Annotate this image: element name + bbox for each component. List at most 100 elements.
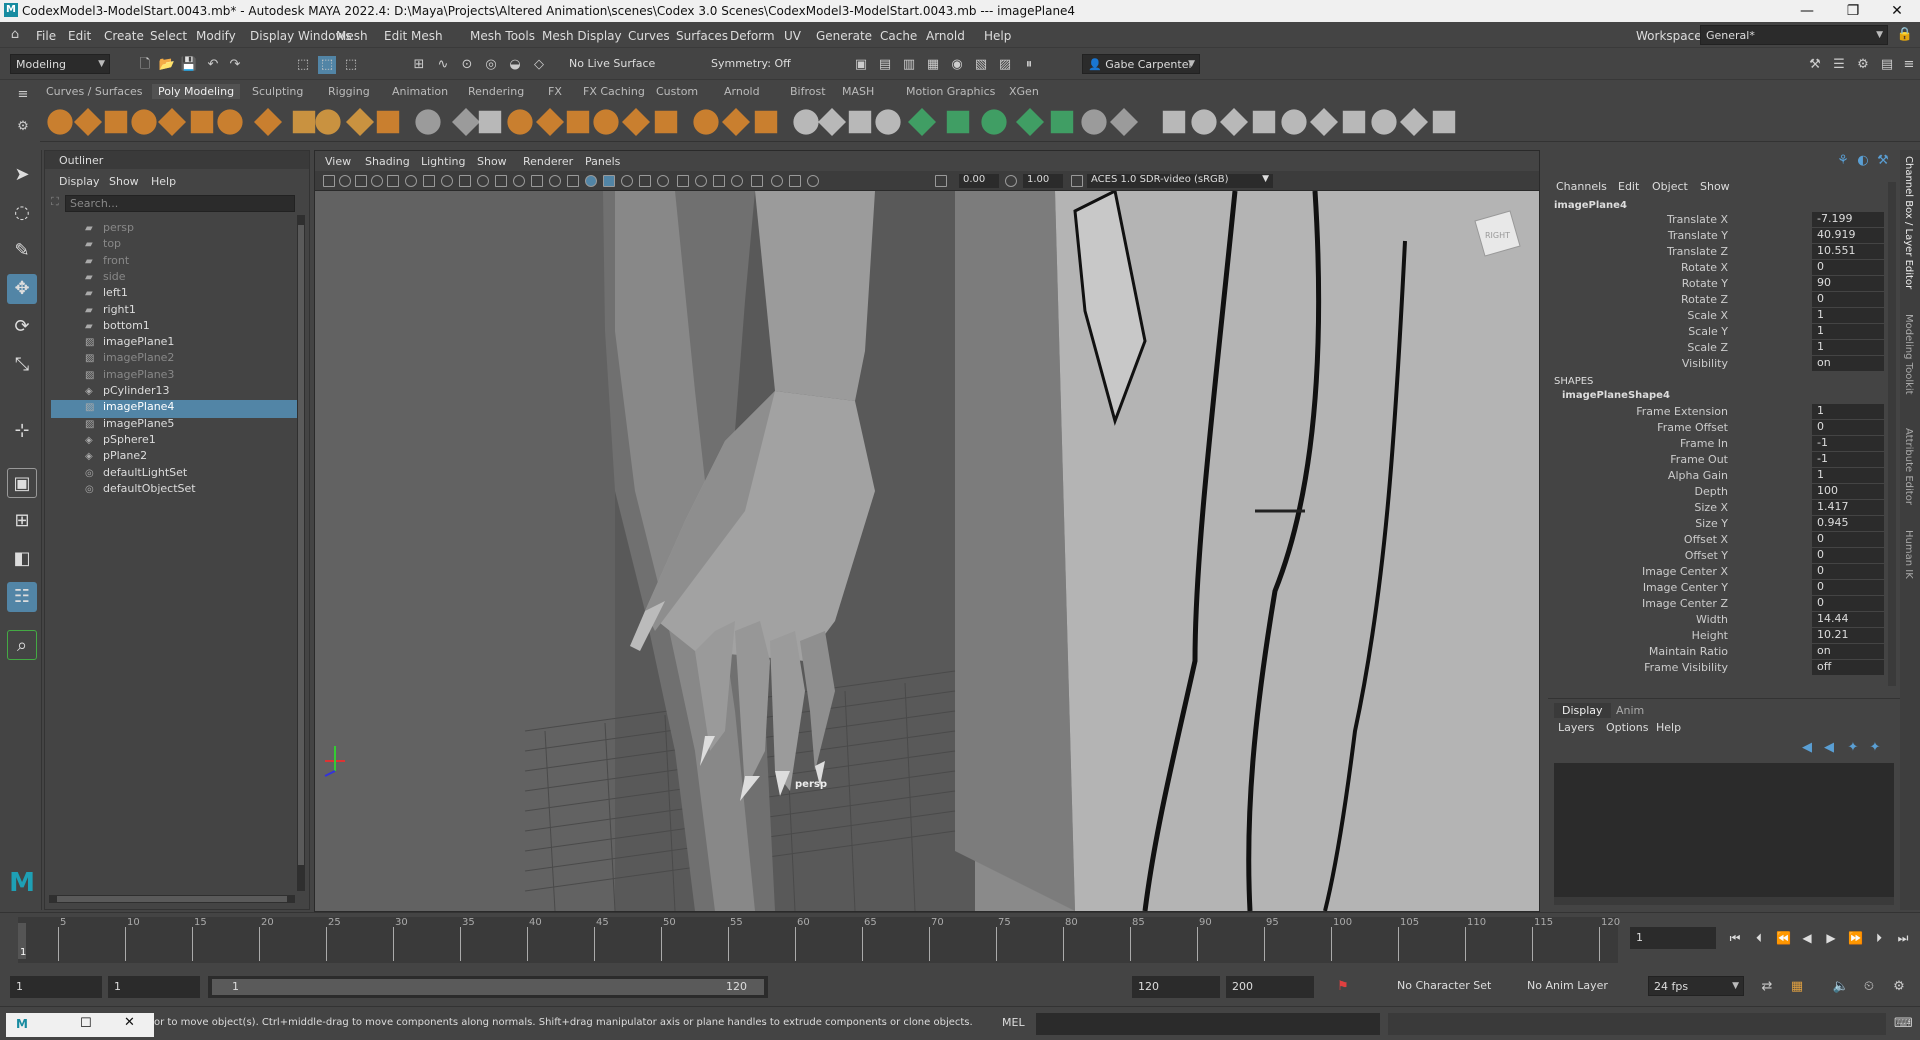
exposure-field[interactable]: 0.00 (959, 174, 999, 188)
layer-menu-options[interactable]: Options (1606, 721, 1648, 734)
render-sequence-icon[interactable]: ▤ (876, 56, 894, 74)
wireframe-icon[interactable] (567, 175, 579, 187)
dock-tab-human-ik[interactable]: Human IK (1903, 530, 1914, 579)
channel-row-width[interactable]: Width 14.44 (1548, 612, 1888, 628)
channel-row-rotate-y[interactable]: Rotate Y 90 (1548, 276, 1888, 292)
viewport-menu-view[interactable]: View (325, 155, 351, 168)
minimize-button[interactable]: — (1784, 0, 1830, 22)
channel-row-frame-offset[interactable]: Frame Offset 0 (1548, 420, 1888, 436)
outliner-menu-help[interactable]: Help (151, 175, 176, 188)
persp-outliner-layout-icon[interactable]: ◧ (7, 544, 37, 574)
channel-row-image-center-z[interactable]: Image Center Z 0 (1548, 596, 1888, 612)
step-forward-frame-icon[interactable]: ⏵ (1872, 931, 1886, 945)
channel-row-rotate-z[interactable]: Rotate Z 0 (1548, 292, 1888, 308)
connect-icon[interactable] (908, 108, 936, 136)
paint-select-tool-icon[interactable]: ✎ (7, 236, 37, 266)
shelf-tab-arnold[interactable]: Arnold (718, 84, 766, 99)
channel-value-field[interactable]: 0 (1812, 292, 1884, 307)
step-back-frame-icon[interactable]: ⏴ (1752, 931, 1766, 945)
user-account-dropdown[interactable]: 👤 Gabe Carpenter ▼ (1082, 54, 1200, 74)
channel-value-field[interactable]: 40.919 (1812, 228, 1884, 243)
viewport-menu-shading[interactable]: Shading (365, 155, 410, 168)
channel-value-field[interactable]: 0 (1812, 596, 1884, 611)
home-icon[interactable]: ⌂ (6, 26, 24, 44)
bookmarks-icon[interactable] (371, 175, 383, 187)
modeling-toolkit-toggle-icon[interactable]: ⚒ (1806, 56, 1824, 74)
channel-value-field[interactable]: 1 (1812, 340, 1884, 355)
lock-icon[interactable]: 🔒 (1896, 26, 1914, 44)
poly-torus-icon[interactable] (158, 108, 186, 136)
new-scene-icon[interactable]: 🗋 (136, 56, 154, 74)
poly-plane-icon[interactable] (190, 110, 214, 134)
safe-title-icon[interactable] (549, 175, 561, 187)
dock-tab-modeling-toolkit[interactable]: Modeling Toolkit (1903, 314, 1914, 395)
shelf-tab-poly-modeling[interactable]: Poly Modeling (152, 84, 241, 99)
svg-tool-icon[interactable] (376, 110, 400, 134)
harden-edge-icon[interactable] (1162, 110, 1186, 134)
channel-row-offset-y[interactable]: Offset Y 0 (1548, 548, 1888, 564)
channel-value-field[interactable]: 0.945 (1812, 516, 1884, 531)
close-button[interactable]: ✕ (1874, 0, 1920, 22)
layer-menu-layers[interactable]: Layers (1558, 721, 1594, 734)
channel-value-field[interactable]: 0 (1812, 548, 1884, 563)
mirror-icon[interactable] (622, 108, 650, 136)
menu-mesh-display[interactable]: Mesh Display (542, 29, 622, 43)
smooth-shade-all-icon[interactable] (585, 175, 597, 187)
field-chart-icon[interactable] (513, 175, 525, 187)
channel-row-frame-visibility[interactable]: Frame Visibility off (1548, 660, 1888, 676)
layout-uvs-icon[interactable] (1220, 108, 1248, 136)
menu-curves[interactable]: Curves (628, 29, 670, 43)
layer-h-scrollbar[interactable] (1554, 897, 1894, 905)
color-management-icon[interactable] (1071, 175, 1083, 187)
render-setup-icon[interactable]: ▨ (996, 56, 1014, 74)
shelf-tab-fx[interactable]: FX (542, 84, 568, 99)
menu-deform[interactable]: Deform (730, 29, 775, 43)
append-polygon-icon[interactable] (754, 110, 778, 134)
snap-plane-icon[interactable]: ◇ (530, 56, 548, 74)
quad-draw-icon[interactable] (946, 110, 970, 134)
snap-surface-icon[interactable]: ◒ (506, 56, 524, 74)
detach-icon[interactable] (1081, 109, 1107, 135)
dock-tab-attribute-editor[interactable]: Attribute Editor (1903, 428, 1914, 505)
gamma-field[interactable]: 1.00 (1023, 174, 1063, 188)
live-surface-field[interactable]: No Live Surface (564, 54, 664, 74)
layer-menu-help[interactable]: Help (1656, 721, 1681, 734)
channel-value-field[interactable]: on (1812, 356, 1884, 371)
bridge-icon[interactable] (507, 109, 533, 135)
layer-tab-display[interactable]: Display (1554, 703, 1611, 718)
film-gate-icon[interactable] (459, 175, 471, 187)
snap-curve-icon[interactable]: ∿ (434, 56, 452, 74)
play-forwards-icon[interactable]: ▶ (1824, 931, 1838, 945)
menu-modify[interactable]: Modify (196, 29, 236, 43)
play-backwards-icon[interactable]: ◀ (1800, 931, 1814, 945)
center-pivot-icon[interactable] (1432, 110, 1456, 134)
undo-icon[interactable]: ↶ (204, 56, 222, 74)
playback-speed-icon[interactable]: ⏲ (1860, 978, 1878, 996)
attribute-editor-toggle-icon[interactable]: ☰ (1830, 56, 1848, 74)
select-tool-icon[interactable]: ➤ (7, 160, 37, 190)
shelf-tab-bifrost[interactable]: Bifrost (784, 84, 832, 99)
uv-unfold-icon[interactable] (1191, 109, 1217, 135)
move-layer-down-icon[interactable]: ◀ (1820, 739, 1838, 757)
poly-disc-icon[interactable] (217, 109, 243, 135)
freeze-transform-icon[interactable] (1400, 108, 1428, 136)
screen-space-ao-icon[interactable] (677, 175, 689, 187)
menu-generate[interactable]: Generate (816, 29, 872, 43)
channelbox-menu-object[interactable]: Object (1652, 180, 1688, 193)
shelf-tab-custom[interactable]: Custom (650, 84, 704, 99)
outliner-toggle-icon[interactable]: ≡ (1900, 56, 1918, 74)
symmetry-dropdown[interactable]: Symmetry: Off (706, 54, 806, 74)
insert-edge-loop-icon[interactable] (818, 108, 846, 136)
channel-value-field[interactable]: -1 (1812, 452, 1884, 467)
shelf-tab-rigging[interactable]: Rigging (322, 84, 376, 99)
filter-icon[interactable]: ⛶ (51, 195, 59, 209)
wireframe-on-shaded-icon[interactable] (603, 175, 615, 187)
viewport-menu-show[interactable]: Show (477, 155, 507, 168)
channel-value-field[interactable]: 100 (1812, 484, 1884, 499)
channel-row-translate-y[interactable]: Translate Y 40.919 (1548, 228, 1888, 244)
channelbox-scrollbar[interactable] (1888, 182, 1896, 686)
mel-command-input[interactable] (1036, 1013, 1380, 1035)
go-to-start-icon[interactable]: ⏮ (1728, 931, 1742, 945)
shelf-settings-icon[interactable]: ⚙ (14, 118, 32, 136)
menu-surfaces[interactable]: Surfaces (676, 29, 728, 43)
